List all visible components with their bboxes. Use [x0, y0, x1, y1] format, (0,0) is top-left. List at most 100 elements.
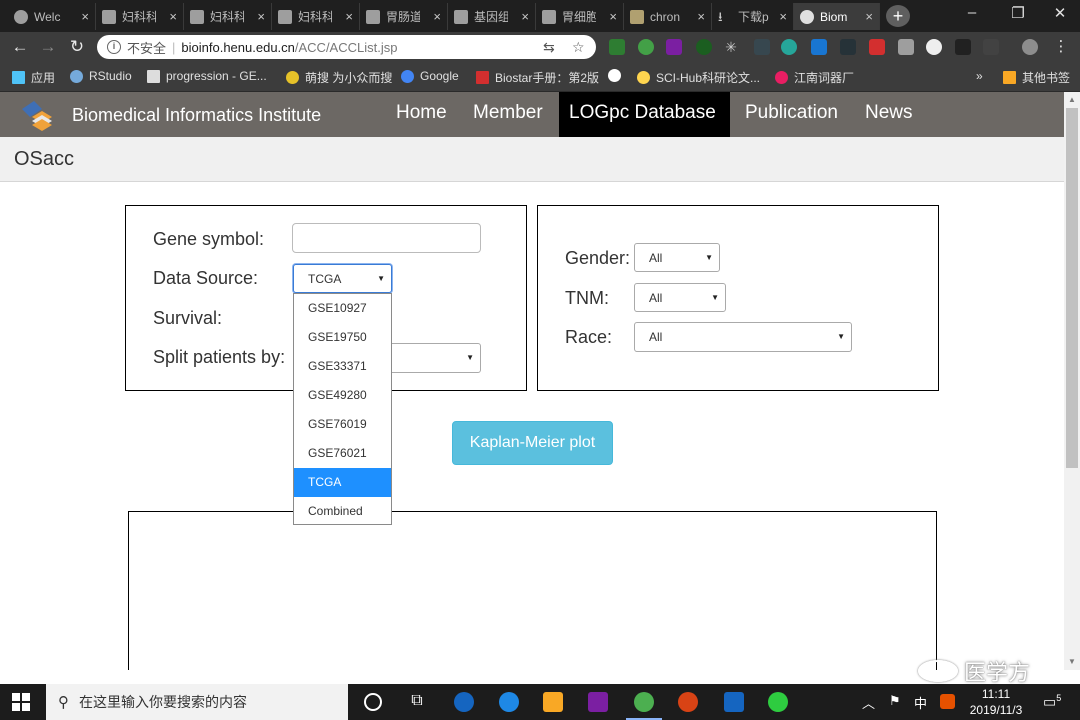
site-brand[interactable]: Biomedical Informatics Institute [72, 105, 321, 126]
network-icon[interactable]: ⚑ [889, 693, 901, 709]
race-select[interactable]: All ▼ [634, 322, 852, 352]
browser-tab[interactable]: 基因组 × [448, 3, 536, 30]
tab-close-icon[interactable]: × [865, 9, 873, 24]
close-window-icon[interactable]: ✕ [1040, 4, 1080, 22]
system-clock[interactable]: 11:11 2019/11/3 [962, 686, 1030, 718]
data-source-option[interactable]: GSE49280 [294, 381, 391, 410]
tab-close-icon[interactable]: × [345, 9, 353, 24]
tab-close-icon[interactable]: × [169, 9, 177, 24]
bookmark-item[interactable]: progression - GE... [147, 69, 267, 83]
tnm-select[interactable]: All ▼ [634, 283, 726, 312]
browser-tab[interactable]: 胃肠道 × [360, 3, 448, 30]
windows-start-icon[interactable] [12, 693, 30, 711]
onenote-taskbar-icon[interactable] [588, 692, 608, 712]
bookmark-item[interactable] [608, 69, 627, 82]
tab-close-icon[interactable]: × [433, 9, 441, 24]
data-source-option[interactable]: Combined [294, 497, 391, 524]
extension-icon[interactable] [898, 39, 914, 55]
reload-icon[interactable]: ↻ [66, 37, 88, 57]
bookmarks-overflow-button[interactable]: » [976, 69, 983, 83]
institute-logo-icon[interactable] [18, 97, 56, 133]
bookmark-item[interactable]: SCI-Hub科研论文... [637, 69, 760, 86]
extension-icon[interactable] [869, 39, 885, 55]
address-bar[interactable]: i 不安全 | bioinfo.henu.edu.cn/ACC/ACCList.… [97, 35, 596, 59]
grammarly-icon[interactable] [781, 39, 797, 55]
nav-home[interactable]: Home [386, 92, 457, 137]
nav-news[interactable]: News [855, 92, 923, 137]
data-source-option[interactable]: GSE76021 [294, 439, 391, 468]
tab-close-icon[interactable]: × [697, 9, 705, 24]
translate-icon[interactable]: ⇆ [543, 39, 555, 56]
file-explorer-icon[interactable] [543, 692, 563, 712]
taskbar-search-box[interactable]: ⚲ 在这里输入你要搜索的内容 [46, 684, 348, 720]
tab-close-icon[interactable]: × [81, 9, 89, 24]
bookmark-item[interactable]: 江南词器厂 [775, 69, 854, 86]
extension-icon[interactable] [811, 39, 827, 55]
browser-tab[interactable]: ⭳ 下载p × [712, 3, 794, 30]
edge-icon[interactable] [499, 692, 519, 712]
new-tab-button[interactable]: + [886, 5, 910, 27]
browser-tab[interactable]: 妇科科 × [272, 3, 360, 30]
data-source-option[interactable]: GSE76019 [294, 410, 391, 439]
word-icon[interactable] [724, 692, 744, 712]
action-center-icon[interactable]: ▭5 [1043, 693, 1061, 711]
tray-chevron-up-icon[interactable]: ︿ [862, 693, 875, 712]
data-source-option[interactable]: GSE10927 [294, 294, 391, 323]
tab-close-icon[interactable]: × [521, 9, 529, 24]
bookmark-item[interactable]: 萌搜 为小众而搜 [286, 69, 392, 86]
bookmark-item[interactable]: 应用 [12, 69, 55, 86]
browser-tab[interactable]: 胃细胞 × [536, 3, 624, 30]
bookmark-star-icon[interactable]: ☆ [572, 39, 585, 56]
extension-icon[interactable] [955, 39, 971, 55]
rstudio-taskbar-icon[interactable] [454, 692, 474, 712]
asterisk-extension-icon[interactable]: ✳ [723, 39, 739, 55]
browser-tab[interactable]: Welc × [8, 3, 96, 30]
browser-tab[interactable]: 妇科科 × [184, 3, 272, 30]
profile-avatar[interactable] [1022, 39, 1038, 55]
minimize-icon[interactable]: – [952, 4, 992, 21]
chrome-taskbar-icon[interactable] [626, 692, 662, 720]
download-extension-icon[interactable] [926, 39, 942, 55]
forward-arrow-icon[interactable]: → [37, 37, 59, 57]
gene-symbol-input[interactable] [292, 223, 481, 253]
task-view-icon[interactable]: ⧉ [407, 692, 427, 712]
evernote-icon[interactable] [638, 39, 654, 55]
scrollbar-thumb[interactable] [1066, 108, 1078, 468]
onenote-icon[interactable] [666, 39, 682, 55]
ime-indicator[interactable]: 中 [914, 693, 927, 712]
tab-close-icon[interactable]: × [609, 9, 617, 24]
menu-kebab-icon[interactable]: ⋮ [1050, 37, 1072, 55]
nav-logpc-database[interactable]: LOGpc Database [559, 92, 730, 137]
browser-tab-active[interactable]: Biom × [794, 3, 880, 30]
extension-icon[interactable] [609, 39, 625, 55]
gender-select[interactable]: All ▼ [634, 243, 720, 272]
powerpoint-icon[interactable] [678, 692, 698, 712]
bookmark-item[interactable]: RStudio [70, 69, 132, 83]
tab-close-icon[interactable]: × [779, 9, 787, 24]
data-source-option[interactable]: GSE19750 [294, 323, 391, 352]
scroll-up-icon[interactable]: ▲ [1064, 92, 1080, 108]
data-source-select[interactable]: TCGA ▼ [293, 264, 392, 293]
url-text[interactable]: bioinfo.henu.edu.cn/ACC/ACCList.jsp [181, 40, 397, 55]
back-arrow-icon[interactable]: ← [9, 37, 31, 57]
bookmark-item[interactable]: Google [401, 69, 459, 83]
tab-close-icon[interactable]: × [257, 9, 265, 24]
kaplan-meier-plot-button[interactable]: Kaplan-Meier plot [452, 421, 613, 465]
other-bookmarks[interactable]: 其他书签 [1003, 69, 1070, 86]
restore-icon[interactable]: ❐ [998, 4, 1038, 22]
scroll-down-icon[interactable]: ▼ [1064, 654, 1080, 670]
extension-icon[interactable] [840, 39, 856, 55]
browser-tab[interactable]: chron × [624, 3, 712, 30]
data-source-option[interactable]: GSE33371 [294, 352, 391, 381]
sogou-ime-icon[interactable] [940, 694, 955, 709]
nav-member[interactable]: Member [463, 92, 553, 137]
extension-icon[interactable] [983, 39, 999, 55]
bookmark-item[interactable]: Biostar手册：第2版 [476, 69, 599, 86]
browser-tab[interactable]: 妇科科 × [96, 3, 184, 30]
extension-icon[interactable] [696, 39, 712, 55]
cortana-icon[interactable] [364, 693, 382, 711]
data-source-option-selected[interactable]: TCGA [294, 468, 391, 497]
page-scrollbar[interactable]: ▲ ▼ [1064, 92, 1080, 670]
wechat-icon[interactable] [768, 692, 788, 712]
nav-publication[interactable]: Publication [735, 92, 848, 137]
